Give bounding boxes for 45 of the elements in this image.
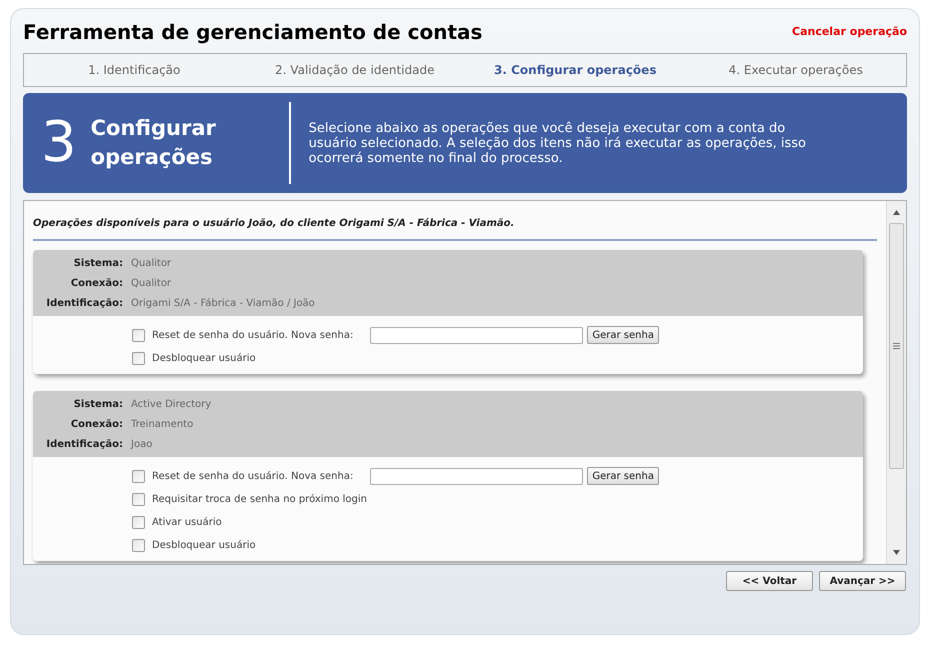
- detail-label: Identificação:: [46, 438, 123, 452]
- scroll-thumb[interactable]: [889, 223, 904, 469]
- option-label: Desbloquear usuário: [152, 538, 256, 552]
- option-label: Requisitar troca de senha no próximo login: [152, 492, 367, 506]
- detail-label: Conexão:: [70, 277, 123, 291]
- detail-label: Sistema:: [74, 257, 123, 271]
- password-field[interactable]: [370, 468, 584, 484]
- generate-password-button[interactable]: Gerar senha: [587, 467, 659, 485]
- step-description: Selecione abaixo as operações que você deseja executar com a conta do usuário selecionado. A seleção dos itens não irá executar as operações, isso ocorrerá somente no final do processo.: [308, 120, 807, 166]
- detail-value: Qualitor: [131, 257, 172, 271]
- checkbox[interactable]: [132, 538, 145, 552]
- cancel-link[interactable]: Cancelar operação: [792, 24, 907, 40]
- page-title: Ferramenta de gerenciamento de contas: [23, 19, 482, 46]
- detail-value: Active Directory: [131, 398, 212, 412]
- step-tab[interactable]: 2. Validação de identidade: [275, 61, 434, 79]
- detail-value: Origami S/A - Fábrica - Viamão / João: [131, 297, 315, 311]
- detail-value: Joao: [131, 438, 152, 452]
- checkbox[interactable]: [132, 470, 145, 482]
- detail-label: Identificação:: [46, 297, 123, 311]
- step-tab[interactable]: 3. Configurar operações: [494, 61, 656, 79]
- generate-password-button[interactable]: Gerar senha: [587, 326, 659, 344]
- scroll-down-icon[interactable]: [893, 550, 900, 555]
- scroll-up-icon[interactable]: [893, 210, 900, 215]
- checkbox[interactable]: [132, 352, 145, 364]
- checkbox[interactable]: [132, 328, 145, 342]
- detail-label: Sistema:: [74, 398, 123, 412]
- option-label: Reset de senha do usuário. Nova senha:: [152, 328, 354, 342]
- option-label: Desbloquear usuário: [152, 352, 256, 366]
- scrollbar[interactable]: [886, 201, 906, 564]
- step-tab[interactable]: 4. Executar operações: [728, 61, 863, 79]
- option-label: Ativar usuário: [152, 516, 222, 530]
- grip-icon: [893, 343, 900, 349]
- back-button[interactable]: << Voltar: [726, 571, 813, 591]
- detail-label: Conexão:: [70, 418, 123, 432]
- detail-value: Treinamento: [131, 418, 194, 432]
- option-label: Reset de senha do usuário. Nova senha:: [152, 470, 354, 484]
- detail-value: Qualitor: [131, 277, 172, 291]
- step-number: 3: [41, 115, 77, 171]
- step-tab[interactable]: 1. Identificação: [88, 61, 180, 79]
- checkbox[interactable]: [132, 516, 145, 528]
- next-button[interactable]: Avançar >>: [819, 571, 906, 591]
- step-heading: Configurar operações: [90, 115, 217, 171]
- checkbox[interactable]: [132, 492, 145, 506]
- password-field[interactable]: [370, 326, 584, 344]
- section-title: Operações disponíveis para o usuário João, do cliente Origami S/A - Fábrica - Viamão.: [33, 218, 514, 229]
